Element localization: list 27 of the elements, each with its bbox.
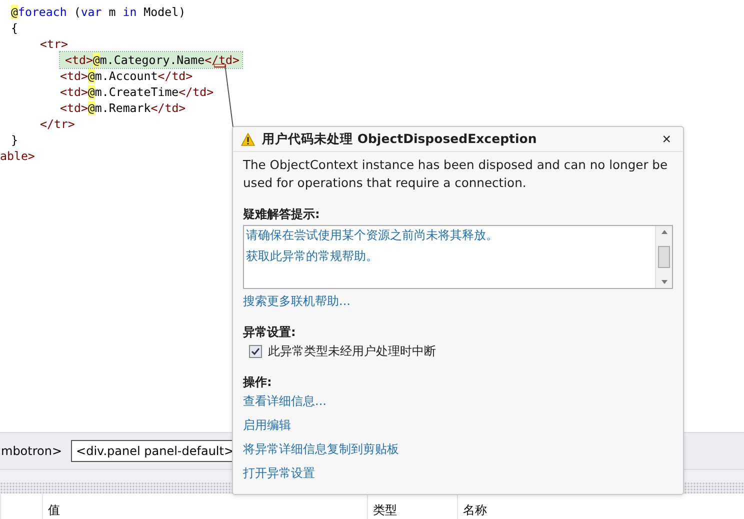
action-link[interactable]: 查看详细信息... (243, 393, 326, 410)
code-line: { (11, 20, 18, 36)
code-line: } (11, 132, 18, 148)
action-link[interactable]: 打开异常设置 (243, 465, 315, 482)
section-heading: 异常设置: (243, 324, 297, 341)
section-heading: 疑难解答提示: (243, 206, 321, 223)
code-line: </tr> (40, 116, 75, 132)
column-header[interactable]: 值 (48, 503, 60, 517)
section-heading: 操作: (243, 374, 273, 391)
column-header[interactable]: 类型 (373, 503, 397, 517)
code-line: <td>@m.Account</td> (60, 68, 193, 84)
close-button[interactable]: × (658, 130, 675, 148)
checkbox-label: 此异常类型未经用户处理时中断 (268, 343, 436, 360)
tip-link[interactable]: 获取此异常的常规帮助。 (246, 248, 378, 265)
code-line: <tr> (40, 36, 68, 52)
column-header[interactable]: 名称 (463, 503, 487, 517)
breadcrumb-item[interactable]: mbotron> (0, 440, 68, 462)
code-line: @foreach (var m in Model) (11, 4, 186, 20)
code-line: <td>@m.CreateTime</td> (60, 84, 214, 100)
code-line: able> (0, 148, 35, 164)
tip-link[interactable]: 请确保在尝试使用某个资源之前尚未将其释放。 (246, 227, 498, 244)
action-link[interactable]: 将异常详细信息复制到剪贴板 (243, 441, 399, 458)
exception-message: The ObjectContext instance has been disposed and can no longer be used for operations that require a connection. (243, 157, 669, 192)
search-help-link[interactable]: 搜索更多联机帮助... (243, 293, 350, 310)
action-link[interactable]: 启用编辑 (243, 417, 291, 434)
code-line: <td>@m.Remark</td> (60, 100, 186, 116)
popup-title: 用户代码未处理 ObjectDisposedException (262, 130, 538, 148)
